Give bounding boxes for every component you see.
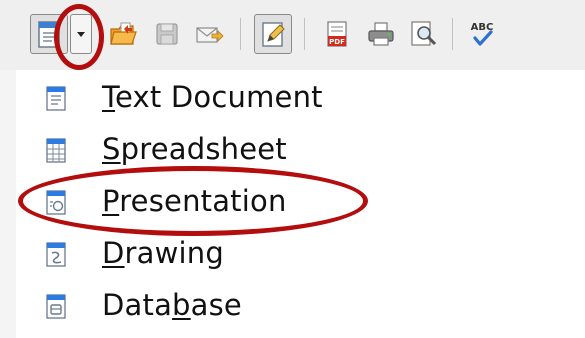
save-icon	[156, 23, 178, 45]
window-edge	[0, 70, 17, 338]
new-document-icon	[38, 21, 60, 48]
menu-item-label: Text Document	[102, 80, 323, 114]
presentation-icon	[46, 190, 66, 215]
new-dropdown-button[interactable]	[70, 14, 92, 54]
toolbar-separator	[304, 18, 305, 50]
menu-item-presentation[interactable]: Presentation	[16, 175, 585, 227]
email-button[interactable]	[190, 14, 228, 54]
edit-file-button[interactable]	[254, 14, 292, 54]
edit-mode-icon	[262, 22, 285, 47]
print-preview-button[interactable]	[404, 14, 442, 54]
menu-item-drawing[interactable]: Drawing	[16, 227, 585, 279]
spreadsheet-icon	[46, 138, 66, 163]
menu-item-spreadsheet[interactable]: Spreadsheet	[16, 123, 585, 175]
menu-item-label: Drawing	[102, 236, 224, 270]
chevron-down-icon	[77, 31, 85, 37]
spellcheck-button[interactable]: ABC	[464, 14, 502, 54]
text-document-icon	[46, 86, 66, 111]
open-folder-icon	[110, 22, 137, 45]
print-button[interactable]	[362, 14, 400, 54]
export-pdf-button[interactable]: PDF	[318, 14, 356, 54]
menu-item-label: Spreadsheet	[102, 132, 287, 166]
new-document-button[interactable]	[30, 14, 68, 54]
print-preview-icon	[411, 21, 437, 46]
menu-item-text-document[interactable]: Text Document	[16, 71, 585, 123]
menu-item-label: Database	[102, 288, 242, 322]
spellcheck-icon: ABC	[471, 22, 493, 46]
svg-text:PDF: PDF	[329, 38, 345, 46]
open-button[interactable]	[104, 14, 142, 54]
standard-toolbar: PDF ABC	[0, 0, 585, 71]
toolbar-separator	[240, 18, 241, 50]
database-icon	[46, 294, 66, 319]
print-icon	[368, 22, 394, 46]
toolbar-separator	[452, 18, 453, 50]
drawing-icon	[46, 242, 66, 267]
menu-item-label: Presentation	[102, 184, 287, 218]
email-icon	[196, 27, 224, 43]
menu-item-database[interactable]: Database	[16, 279, 585, 331]
new-document-menu: Text Document Spreadsheet Presentation D…	[16, 70, 585, 338]
save-button[interactable]	[148, 14, 186, 54]
export-pdf-icon: PDF	[327, 21, 347, 47]
